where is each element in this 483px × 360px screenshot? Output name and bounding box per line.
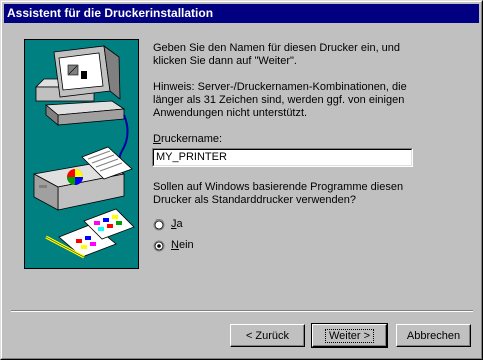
window-title: Assistent für die Druckerinstallation — [7, 6, 214, 20]
question-line-2: Drucker als Standarddrucker verwenden? — [153, 194, 356, 206]
computer-printer-illustration — [24, 39, 139, 269]
cancel-button[interactable]: Abbrechen — [396, 324, 471, 347]
radio-no-dot — [157, 244, 161, 248]
radio-no-label[interactable]: Nein — [171, 239, 194, 252]
radio-yes-label[interactable]: Ja — [171, 218, 183, 231]
radio-no[interactable] — [153, 240, 165, 252]
hint-line-3: Anwendungen nicht unterstützt. — [153, 107, 308, 119]
back-button[interactable]: < Zurück — [230, 324, 305, 347]
printer-name-input[interactable]: MY_PRINTER — [152, 148, 413, 167]
next-button[interactable]: Weiter > — [311, 323, 388, 348]
intro-text: Geben Sie den Namen für diesen Drucker e… — [153, 42, 400, 68]
printer-name-value: MY_PRINTER — [156, 151, 227, 163]
back-button-label: < Zurück — [245, 329, 290, 342]
intro-line-1: Geben Sie den Namen für diesen Drucker e… — [153, 42, 401, 54]
separator-highlight — [11, 311, 473, 312]
question-line-1: Sollen auf Windows basierende Programme … — [153, 181, 404, 193]
hint-line-2: länger als 31 Zeichen sind, werden ggf. … — [153, 94, 405, 106]
cancel-button-label: Abbrechen — [406, 329, 461, 342]
radio-yes[interactable] — [153, 219, 165, 231]
hint-line-1: Hinweis: Server-/Druckernamen-Kombinatio… — [153, 81, 407, 93]
hint-text: Hinweis: Server-/Druckernamen-Kombinatio… — [153, 81, 407, 120]
default-printer-question: Sollen auf Windows basierende Programme … — [153, 181, 403, 207]
wizard-window: Assistent für die Druckerinstallation Ge… — [0, 0, 483, 360]
next-button-label: Weiter > — [324, 328, 375, 343]
intro-line-2: klicken Sie dann auf "Weiter". — [153, 55, 297, 67]
printer-name-label: Druckername: — [153, 133, 223, 145]
title-bar[interactable]: Assistent für die Druckerinstallation — [4, 4, 479, 23]
